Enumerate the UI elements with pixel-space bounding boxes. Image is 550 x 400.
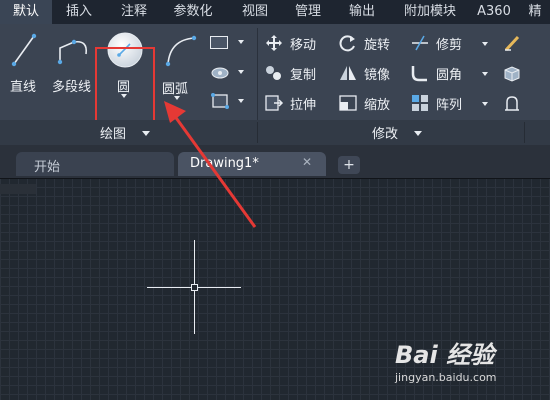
rotate-tool-button[interactable]: 旋转: [338, 32, 404, 54]
tab-manage[interactable]: 管理: [284, 0, 332, 24]
mirror-tool-button[interactable]: 镜像: [338, 62, 404, 84]
offset-tool-button[interactable]: [500, 92, 526, 114]
fillet-dropdown-icon[interactable]: [482, 72, 488, 76]
fillet-tool-button[interactable]: 圆角: [410, 62, 490, 84]
polyline-tool-button[interactable]: 多段线: [50, 28, 96, 100]
erase-tool-button[interactable]: [500, 32, 526, 54]
array-icon: [412, 95, 428, 111]
panel-footer-divider: [524, 122, 525, 143]
draw-panel-expand-icon: [142, 131, 150, 136]
new-tab-plus-icon[interactable]: +: [338, 156, 360, 174]
offset-icon: [505, 96, 519, 111]
tab-a360[interactable]: A360: [474, 0, 514, 24]
rectangle-tool-button[interactable]: [208, 32, 248, 52]
rotate-tool-label: 旋转: [364, 38, 391, 53]
line-tool-label: 直线: [10, 80, 37, 95]
fillet-tool-label: 圆角: [436, 68, 463, 83]
trim-tool-button[interactable]: 修剪: [410, 32, 490, 54]
close-icon[interactable]: ✕: [302, 155, 312, 169]
copy-icon: [266, 66, 281, 80]
hatch-icon: [211, 67, 229, 79]
start-tab-label: 开始: [34, 160, 61, 175]
tab-insert[interactable]: 插入: [55, 0, 103, 24]
stretch-tool-button[interactable]: 拉伸: [264, 92, 334, 114]
tab-output[interactable]: 输出: [338, 0, 386, 24]
trim-tool-label: 修剪: [436, 38, 463, 53]
hatch-tool-button[interactable]: [208, 62, 248, 82]
canvas-top-border: [0, 178, 550, 179]
mirror-icon: [340, 66, 356, 80]
array-tool-label: 阵列: [436, 98, 463, 113]
modify-panel-expand-icon: [414, 131, 422, 136]
tab-default[interactable]: 默认: [0, 0, 52, 24]
explode-tool-button[interactable]: [500, 62, 526, 84]
eraser-icon: [504, 35, 520, 52]
rectangle-icon: [210, 36, 228, 49]
watermark-url: jingyan.baidu.com: [395, 371, 497, 384]
draw-panel-title-text: 绘图: [100, 127, 127, 142]
scale-icon: [339, 95, 357, 111]
cube-icon: [504, 66, 520, 82]
tab-addins[interactable]: 附加模块: [392, 0, 468, 24]
array-dropdown-icon[interactable]: [482, 102, 488, 106]
move-tool-label: 移动: [290, 38, 317, 53]
arc-tool-button[interactable]: 圆弧: [158, 28, 202, 104]
line-tool-button[interactable]: 直线: [4, 28, 48, 100]
fillet-icon: [411, 66, 427, 82]
circle-tool-highlight: [95, 47, 155, 127]
trim-dropdown-icon[interactable]: [482, 42, 488, 46]
polyline-icon: [57, 39, 88, 65]
rectangle-dropdown-icon[interactable]: [238, 40, 244, 44]
viewport-controls[interactable]: [0, 184, 36, 194]
move-icon: [266, 35, 282, 51]
array-tool-button[interactable]: 阵列: [410, 92, 490, 114]
tab-parametric[interactable]: 参数化: [162, 0, 224, 24]
copy-tool-button[interactable]: 复制: [264, 62, 334, 84]
crosshair-pickbox: [191, 284, 198, 291]
ribbon-tab-bar: 默认 插入 注释 参数化 视图 管理 输出 附加模块 A360 精: [0, 0, 550, 24]
scale-tool-label: 缩放: [364, 98, 391, 113]
trim-icon: [412, 35, 428, 51]
scale-tool-button[interactable]: 缩放: [338, 92, 404, 114]
watermark-brand: Bai 经验: [395, 341, 495, 369]
draw-panel-title[interactable]: 绘图: [100, 123, 150, 143]
modify-panel-title[interactable]: 修改: [372, 123, 422, 143]
line-icon: [11, 33, 37, 67]
copy-tool-label: 复制: [290, 68, 317, 83]
tab-annotate[interactable]: 注释: [110, 0, 158, 24]
arc-icon: [165, 35, 197, 67]
hatch-dropdown-icon[interactable]: [238, 70, 244, 74]
rotate-icon: [339, 35, 355, 52]
move-tool-button[interactable]: 移动: [264, 32, 334, 54]
red-arrow-annotation: [164, 101, 257, 228]
tab-view[interactable]: 视图: [232, 0, 278, 24]
mirror-tool-label: 镜像: [364, 68, 391, 83]
polyline-tool-label: 多段线: [52, 80, 92, 95]
tab-more[interactable]: 精: [522, 0, 548, 24]
stretch-tool-label: 拉伸: [290, 98, 317, 113]
modify-panel-title-text: 修改: [372, 127, 399, 142]
baidu-watermark: Bai 经验 jingyan.baidu.com: [395, 335, 545, 395]
ribbon-panel-titles: 绘图 修改: [0, 120, 550, 145]
